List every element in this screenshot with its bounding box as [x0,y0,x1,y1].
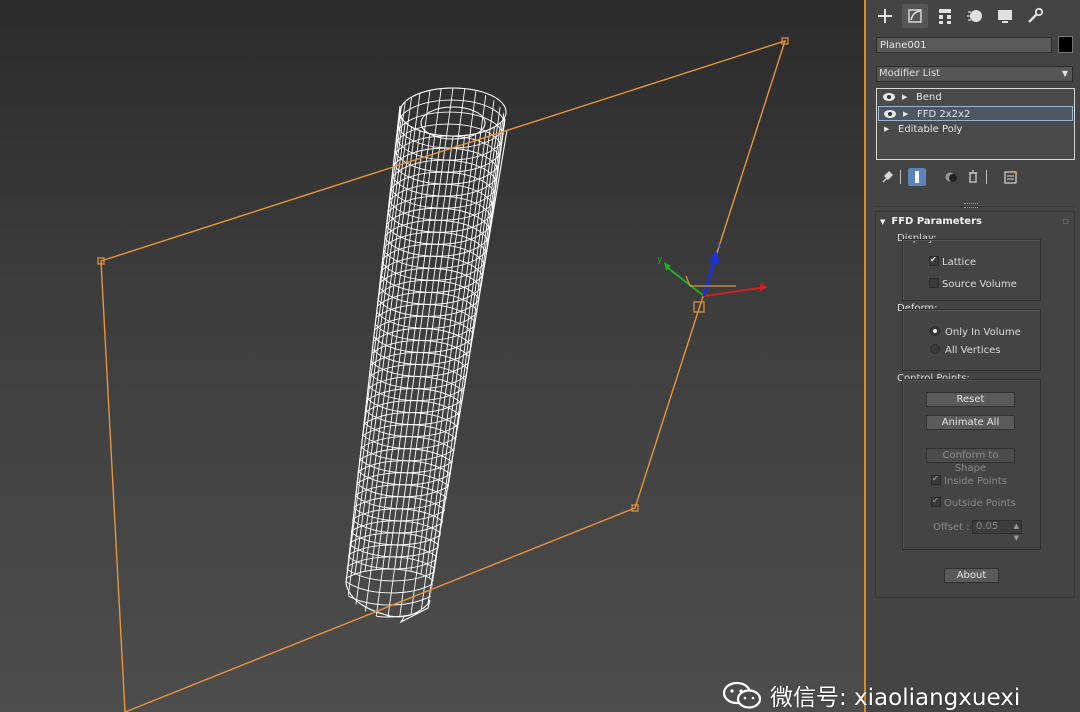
rollout-options-icon[interactable]: ▫ [1062,216,1069,227]
eye-icon[interactable] [882,91,896,103]
stack-toolbar [878,166,1038,188]
modifier-list-dropdown[interactable]: Modifier List ▼ [876,66,1073,82]
cylinder-segment [435,101,502,583]
tab-create[interactable] [872,4,898,28]
pin-stack-button[interactable] [878,168,896,186]
outside-points-checkbox[interactable]: Outside Points [931,495,1016,509]
offset-spinner[interactable]: 0.05 ▲ ▼ [972,520,1022,542]
tab-display[interactable] [992,4,1018,28]
pin-icon [882,171,893,183]
cylinder-wireframe[interactable] [335,87,507,618]
radio-dot [930,326,940,336]
modify-icon [908,9,922,23]
command-panel: Plane001 Modifier List ▼ ▶ Bend ▶ FFD 2x… [866,0,1080,712]
checkbox-box [929,254,939,266]
only-in-volume-label: Only In Volume [945,327,1021,338]
object-name-field[interactable]: Plane001 [876,37,1052,53]
gizmo-label-z: z [717,241,721,250]
configure-sets-icon [1004,170,1018,184]
cylinder-segment [346,96,413,579]
tab-hierarchy[interactable] [932,4,958,28]
object-color-swatch[interactable] [1058,36,1073,53]
utilities-wrench-icon [1028,7,1044,23]
ffd-parameters-rollout: ▼FFD Parameters ▫ Display: Lattice Sourc… [875,211,1075,598]
watermark-text: 微信号: xiaoliangxuexi [770,685,1021,711]
about-button[interactable]: About [944,568,999,583]
motion-icon [967,10,982,22]
source-volume-label: Source Volume [942,279,1017,290]
cylinder-segment [346,126,413,609]
toolbar-separator [986,170,987,184]
expand-triangle-icon[interactable]: ▶ [884,122,889,137]
gizmo-label-x: x [760,280,765,289]
offset-label: Offset : [933,522,970,533]
tab-motion[interactable] [962,4,988,28]
radio-dot [930,344,940,354]
checkbox-box [929,278,939,288]
cylinder-segment [354,93,421,575]
cylinder-segment [428,96,495,579]
rollout-header[interactable]: ▼ FFD Parameters [880,216,982,227]
command-panel-tabs [866,0,1080,32]
stack-item-label: Bend [916,92,942,103]
reset-button[interactable]: Reset [926,392,1015,407]
rollout-title: FFD Parameters [891,216,982,227]
viewport-perspective[interactable]: x y z [0,0,866,712]
expand-triangle-icon[interactable]: ▶ [903,107,908,122]
tab-modify[interactable] [902,4,928,28]
create-plus-icon [878,9,892,23]
hierarchy-icon [939,9,951,24]
stack-item-editable-poly[interactable]: ▶ Editable Poly [878,122,1073,137]
chevron-down-icon: ▼ [1061,69,1068,78]
all-vertices-label: All Vertices [945,345,1001,356]
toolbar-separator [900,170,901,184]
modifier-stack: ▶ Bend ▶ FFD 2x2x2 ▶ Editable Poly [876,88,1075,160]
animate-all-button[interactable]: Animate All [926,415,1015,430]
only-in-volume-radio[interactable]: Only In Volume [930,326,1021,338]
stack-item-ffd[interactable]: ▶ FFD 2x2x2 [878,106,1073,121]
checkbox-box [931,495,941,507]
lattice-checkbox[interactable]: Lattice [929,254,976,268]
collapse-triangle-icon: ▼ [880,218,886,226]
cylinder-segment [420,130,487,612]
offset-value: 0.05 [976,521,999,532]
show-end-result-button[interactable] [908,168,926,186]
make-unique-icon [945,172,957,182]
end-result-icon [915,171,919,183]
display-icon [998,10,1012,23]
make-unique-button[interactable] [942,168,960,186]
source-volume-checkbox[interactable]: Source Volume [929,278,1017,290]
conform-to-shape-button[interactable]: Conform to Shape [926,448,1015,474]
configure-modifier-sets-button[interactable] [1002,168,1020,186]
transform-gizmo[interactable]: x y z [657,241,768,297]
eye-icon[interactable] [883,108,897,120]
checkbox-box [931,473,941,485]
stack-item-label: FFD 2x2x2 [917,109,971,120]
trash-icon [969,170,977,183]
tab-utilities[interactable] [1022,4,1048,28]
panel-divider [876,206,1075,207]
viewport-scene: x y z [97,37,789,712]
expand-triangle-icon[interactable]: ▶ [902,90,907,105]
cylinder-segment [345,122,406,604]
lattice-label: Lattice [942,257,976,268]
wechat-logo-icon [722,681,762,709]
spinner-arrows-icon[interactable]: ▲ ▼ [1014,520,1019,544]
all-vertices-radio[interactable]: All Vertices [930,344,1000,356]
stack-item-bend[interactable]: ▶ Bend [878,90,1073,105]
deform-group [902,309,1041,371]
stack-item-label: Editable Poly [898,124,963,135]
outside-points-label: Outside Points [944,498,1016,509]
watermark: 微信号: xiaoliangxuexi [722,680,1021,711]
remove-modifier-button[interactable] [964,168,982,186]
inside-points-checkbox[interactable]: Inside Points [931,473,1007,487]
cylinder-segment [345,117,402,599]
gizmo-label-y: y [657,255,663,265]
modifier-list-label: Modifier List [879,68,941,79]
display-group [902,239,1041,301]
inside-points-label: Inside Points [944,476,1007,487]
cylinder-segment [439,106,506,588]
